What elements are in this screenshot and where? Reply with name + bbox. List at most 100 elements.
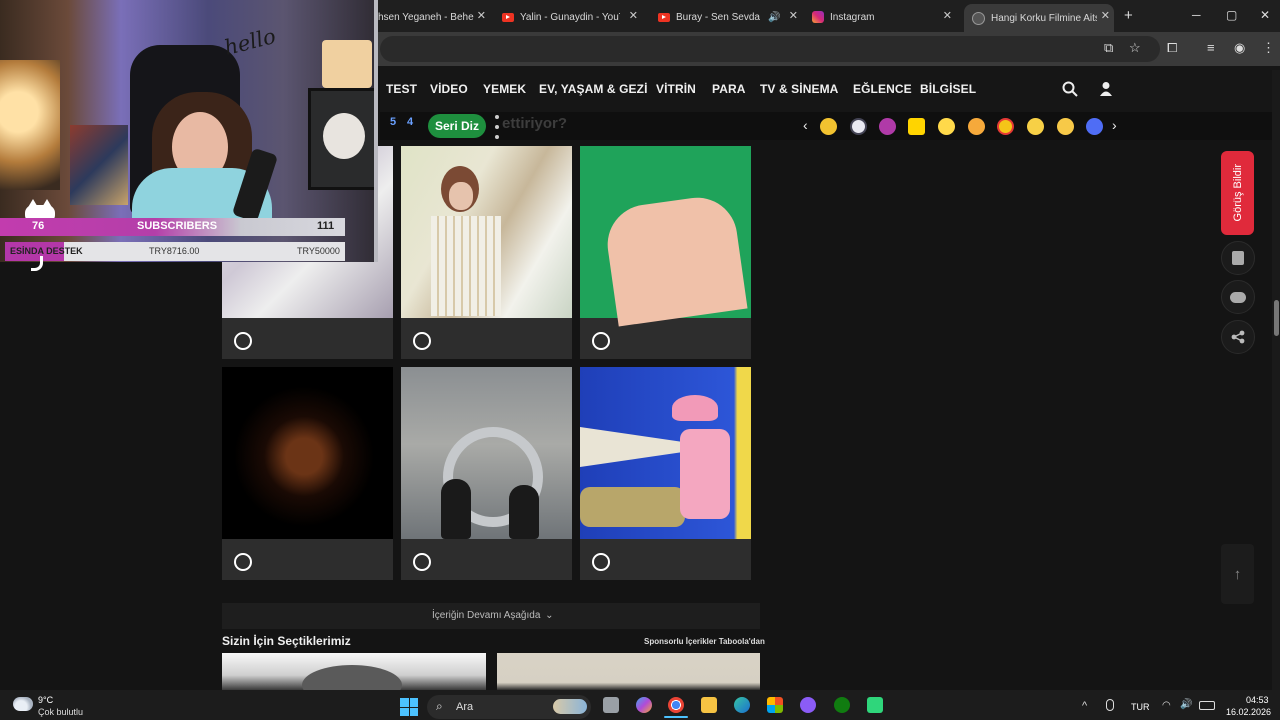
task-view-icon[interactable] bbox=[603, 697, 619, 713]
radio-button[interactable] bbox=[413, 332, 431, 350]
share-button[interactable] bbox=[1221, 320, 1255, 354]
scrollbar-thumb[interactable] bbox=[1274, 300, 1279, 336]
reaction-icon[interactable] bbox=[908, 118, 925, 135]
nav-item-test[interactable]: TEST bbox=[386, 82, 417, 96]
radio-button[interactable] bbox=[234, 553, 252, 571]
minimize-button[interactable]: ─ bbox=[1192, 8, 1201, 22]
start-button[interactable] bbox=[400, 698, 418, 716]
tab-active[interactable]: Hangi Korku Filmine Aitsi ✕ bbox=[964, 4, 1114, 32]
language-indicator[interactable]: TUR bbox=[1131, 702, 1150, 712]
nav-item-tv-sinema[interactable]: TV & SİNEMA bbox=[760, 82, 838, 96]
volume-icon[interactable]: 🔊 bbox=[1180, 699, 1192, 710]
seri-diz-button[interactable]: Seri Diz bbox=[428, 114, 486, 138]
close-icon[interactable]: ✕ bbox=[789, 9, 798, 22]
bookmark-star-icon[interactable]: ☆ bbox=[1129, 40, 1141, 56]
battery-icon[interactable] bbox=[1199, 701, 1215, 710]
nav-item-bilgisel[interactable]: BİLGİSEL bbox=[920, 82, 976, 96]
series-number[interactable]: 5 bbox=[390, 116, 396, 128]
answer-card[interactable] bbox=[401, 367, 572, 580]
nav-item-eglence[interactable]: EĞLENCE bbox=[853, 82, 912, 96]
radio-button[interactable] bbox=[234, 332, 252, 350]
reaction-icon[interactable] bbox=[1086, 118, 1103, 135]
tab-title: Yalin - Gunaydin - YouTub bbox=[520, 11, 620, 23]
reaction-icon[interactable] bbox=[879, 118, 896, 135]
answer-card[interactable] bbox=[580, 367, 751, 580]
chevron-left-icon[interactable]: ‹ bbox=[803, 117, 808, 133]
microphone-icon[interactable] bbox=[1106, 699, 1114, 711]
bookmark-button[interactable] bbox=[1221, 241, 1255, 275]
close-icon[interactable]: ✕ bbox=[1101, 9, 1110, 22]
tab-instagram[interactable]: Instagram ✕ bbox=[812, 4, 956, 30]
xbox-icon[interactable] bbox=[834, 697, 850, 713]
close-icon[interactable]: ✕ bbox=[629, 9, 638, 22]
sponsored-label[interactable]: Sponsorlu İçerikler Taboola'dan bbox=[644, 637, 765, 646]
feedback-button[interactable]: Görüş Bildir bbox=[1221, 151, 1254, 235]
taskbar-search[interactable]: ⌕ Ara bbox=[427, 695, 591, 719]
store-icon[interactable] bbox=[767, 697, 783, 713]
clock-time[interactable]: 04:53 bbox=[1246, 695, 1269, 705]
tab-buray[interactable]: Buray - Sen Sevda Ma 🔊 ✕ bbox=[658, 4, 802, 30]
weather-desc[interactable]: Çok bulutlu bbox=[38, 707, 83, 717]
chevron-right-icon[interactable]: › bbox=[1112, 117, 1117, 133]
series-number[interactable]: 4 bbox=[407, 116, 413, 128]
weather-temp[interactable]: 9°C bbox=[38, 695, 53, 705]
answer-card[interactable] bbox=[580, 146, 751, 359]
speaker-icon[interactable]: 🔊 bbox=[768, 12, 780, 23]
maximize-button[interactable]: ▢ bbox=[1226, 8, 1237, 22]
reaction-icon[interactable] bbox=[820, 118, 837, 135]
nav-item-yemek[interactable]: YEMEK bbox=[483, 82, 526, 96]
drag-handle-icon[interactable] bbox=[495, 115, 499, 139]
scrollbar[interactable] bbox=[1272, 70, 1280, 690]
reaction-icon[interactable] bbox=[1027, 118, 1044, 135]
tab-title: hsen Yeganeh - Behe bbox=[378, 11, 474, 23]
tray-chevron-icon[interactable]: ^ bbox=[1082, 700, 1087, 712]
nav-item-video[interactable]: VİDEO bbox=[430, 82, 468, 96]
install-icon[interactable]: ⧉ bbox=[1104, 40, 1113, 56]
close-icon[interactable]: ✕ bbox=[943, 9, 952, 22]
scroll-top-button[interactable]: ↑ bbox=[1221, 544, 1254, 604]
more-below-link[interactable]: İçeriğin Devamı Aşağıda ⌄ bbox=[432, 610, 554, 621]
nav-item-ev-yasam[interactable]: EV, YAŞAM & GEZİ bbox=[539, 82, 648, 96]
radio-button[interactable] bbox=[592, 332, 610, 350]
clock-date[interactable]: 16.02.2026 bbox=[1226, 707, 1271, 717]
reaction-icon[interactable] bbox=[1057, 118, 1074, 135]
reaction-icon[interactable] bbox=[997, 118, 1014, 135]
user-icon[interactable] bbox=[1099, 81, 1113, 97]
subs-left-count: 76 bbox=[32, 220, 45, 232]
file-explorer-icon[interactable] bbox=[701, 697, 717, 713]
close-icon[interactable]: ✕ bbox=[477, 9, 486, 22]
faded-title: ettiriyor? bbox=[502, 115, 568, 132]
nav-item-vitrin[interactable]: VİTRİN bbox=[656, 82, 696, 96]
extensions-icon[interactable]: ⧠ bbox=[1167, 40, 1177, 56]
radio-button[interactable] bbox=[413, 553, 431, 571]
search-icon[interactable] bbox=[1062, 81, 1078, 97]
recommended-image[interactable] bbox=[497, 653, 760, 690]
menu-icon[interactable]: ⋮ bbox=[1262, 40, 1275, 56]
reaction-icon[interactable] bbox=[850, 118, 867, 135]
answer-image bbox=[401, 146, 572, 318]
decorative-curl bbox=[31, 256, 43, 271]
chrome-icon[interactable] bbox=[668, 697, 684, 713]
copilot-icon[interactable] bbox=[636, 697, 652, 713]
address-bar[interactable] bbox=[380, 36, 1160, 62]
tab-behe[interactable]: hsen Yeganeh - Behe ✕ bbox=[378, 4, 490, 30]
weather-icon[interactable] bbox=[13, 697, 33, 711]
app-icon[interactable] bbox=[800, 697, 816, 713]
reaction-icon[interactable] bbox=[938, 118, 955, 135]
reaction-icon[interactable] bbox=[968, 118, 985, 135]
nav-item-para[interactable]: PARA bbox=[712, 82, 746, 96]
close-window-button[interactable]: ✕ bbox=[1260, 8, 1270, 22]
media-control-icon[interactable]: ≡ bbox=[1207, 40, 1215, 55]
tab-yalin[interactable]: Yalin - Gunaydin - YouTub ✕ bbox=[502, 4, 642, 30]
app-icon[interactable] bbox=[867, 697, 883, 713]
recommended-image[interactable] bbox=[222, 653, 486, 690]
radio-button[interactable] bbox=[592, 553, 610, 571]
answer-card[interactable] bbox=[222, 367, 393, 580]
answer-card[interactable] bbox=[401, 146, 572, 359]
edge-icon[interactable] bbox=[734, 697, 750, 713]
new-tab-button[interactable]: + bbox=[1124, 7, 1133, 24]
comments-button[interactable] bbox=[1221, 280, 1255, 314]
cat-shape bbox=[323, 113, 365, 159]
wifi-icon[interactable]: ◠ bbox=[1162, 700, 1171, 711]
profile-icon[interactable]: ◉ bbox=[1234, 40, 1245, 56]
